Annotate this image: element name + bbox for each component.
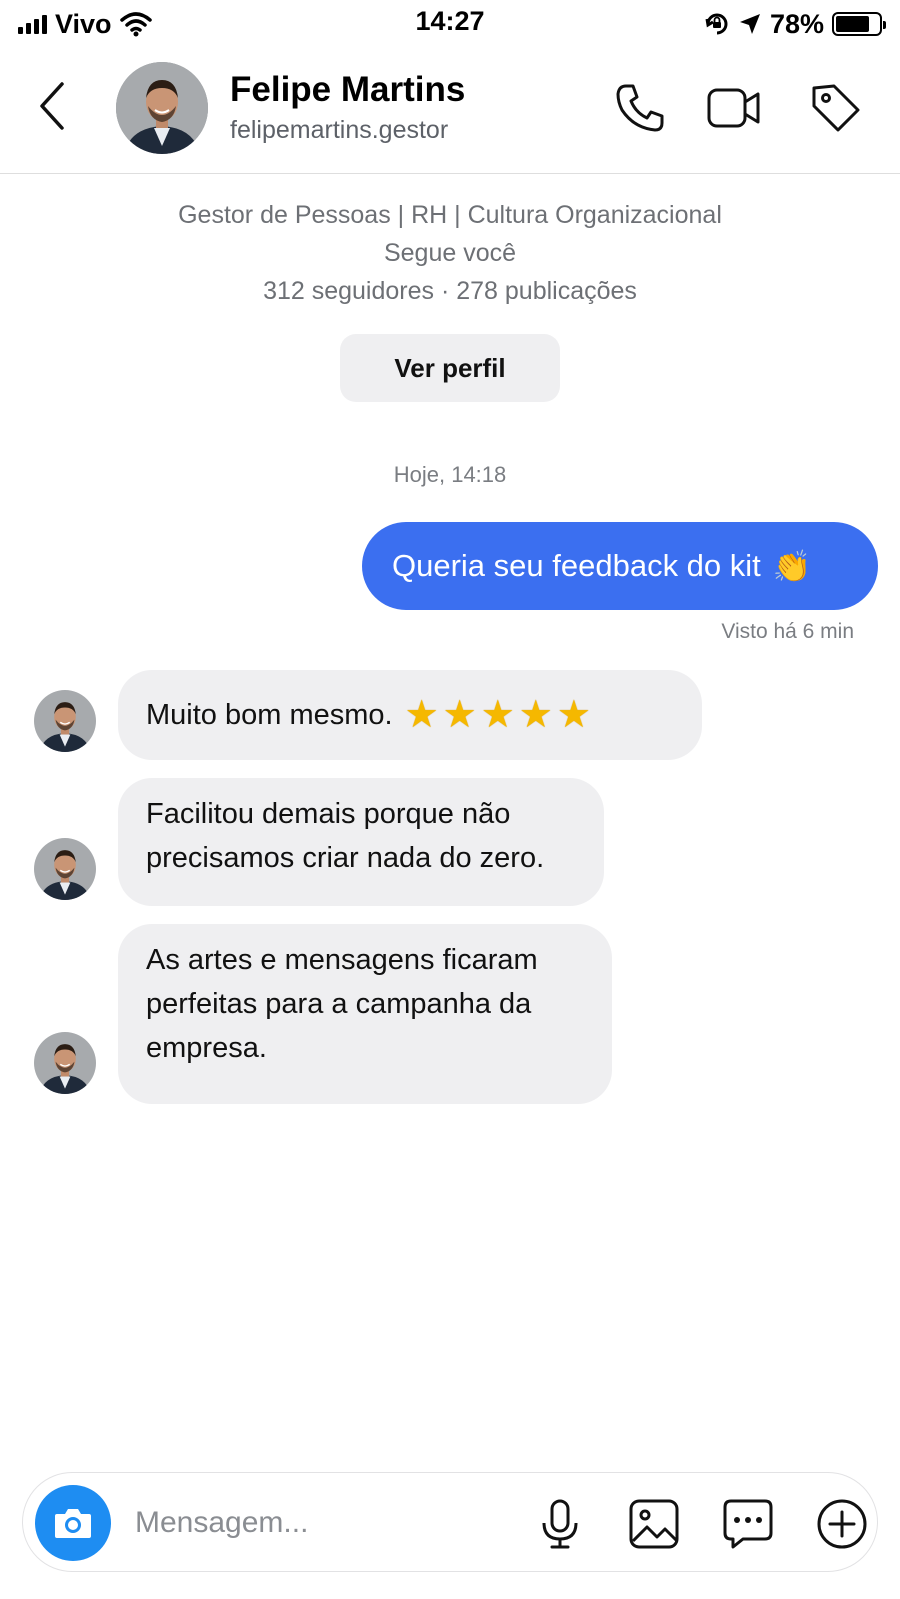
message-text: Muito bom mesmo.: [146, 699, 393, 731]
back-button[interactable]: [32, 78, 76, 134]
message-text: As artes e mensagens ficaram perfeitas p…: [146, 944, 538, 1064]
received-message-bubble[interactable]: Facilitou demais porque não precisamos c…: [118, 778, 604, 906]
status-bar: Vivo 14:27 78%: [0, 0, 900, 48]
message-text: Facilitou demais porque não precisamos c…: [146, 798, 545, 874]
video-call-button[interactable]: [706, 80, 762, 136]
microphone-button[interactable]: [533, 1497, 587, 1551]
message-text: Queria seu feedback do kit: [392, 548, 761, 583]
microphone-icon: [542, 1499, 578, 1549]
message-input[interactable]: [135, 1499, 505, 1547]
profile-summary: Gestor de Pessoas | RH | Cultura Organiz…: [0, 196, 900, 310]
follows-you-label: Segue você: [383, 239, 517, 267]
chevron-left-icon: [40, 82, 64, 130]
avatar[interactable]: [34, 838, 96, 900]
chat-bubble-dots-icon: [723, 1499, 773, 1549]
status-right: 78%: [704, 8, 886, 40]
phone-icon: [616, 84, 664, 132]
video-camera-icon: [707, 88, 760, 128]
view-profile-button[interactable]: Ver perfil: [340, 334, 560, 402]
plus-circle-icon: [817, 1499, 867, 1549]
sent-message-bubble[interactable]: Queria seu feedback do kit 👏: [362, 522, 878, 610]
contact-username[interactable]: felipemartins.gestor: [230, 116, 448, 145]
avatar[interactable]: [34, 690, 96, 752]
profile-bio: Gestor de Pessoas | RH | Cultura Organiz…: [178, 201, 722, 229]
image-icon: [629, 1499, 679, 1549]
wifi-icon: [119, 11, 152, 37]
seen-status: Visto há 6 min: [721, 620, 854, 643]
received-message-bubble[interactable]: As artes e mensagens ficaram perfeitas p…: [118, 924, 612, 1104]
orientation-lock-icon: [704, 11, 730, 37]
battery-level: [836, 16, 869, 32]
cellular-signal-icon: [18, 14, 47, 34]
star-rating: ★★★★★: [404, 694, 595, 736]
location-arrow-icon: [738, 12, 762, 36]
avatar[interactable]: [34, 1032, 96, 1094]
voice-call-button[interactable]: [612, 80, 668, 136]
contact-name[interactable]: Felipe Martins: [230, 70, 465, 110]
chat-options-button[interactable]: [721, 1497, 775, 1551]
add-button[interactable]: [815, 1497, 869, 1551]
battery-percentage: 78%: [769, 8, 824, 39]
camera-button[interactable]: [35, 1485, 111, 1561]
avatar[interactable]: [116, 62, 208, 154]
status-left: Vivo: [18, 9, 152, 40]
gallery-button[interactable]: [627, 1497, 681, 1551]
carrier-name: Vivo: [55, 8, 112, 39]
tag-button[interactable]: [808, 80, 864, 136]
message-timestamp: Hoje, 14:18: [393, 462, 507, 487]
battery-icon: [832, 12, 886, 36]
clapping-hands-emoji: 👏: [772, 548, 812, 584]
profile-stats: 312 seguidores · 278 publicações: [263, 277, 637, 305]
tag-icon: [812, 84, 860, 132]
camera-icon: [55, 1509, 91, 1538]
message-composer: [22, 1472, 878, 1572]
chat-header: Felipe Martins felipemartins.gestor: [0, 50, 900, 174]
received-message-bubble[interactable]: Muito bom mesmo. ★★★★★: [118, 670, 702, 760]
